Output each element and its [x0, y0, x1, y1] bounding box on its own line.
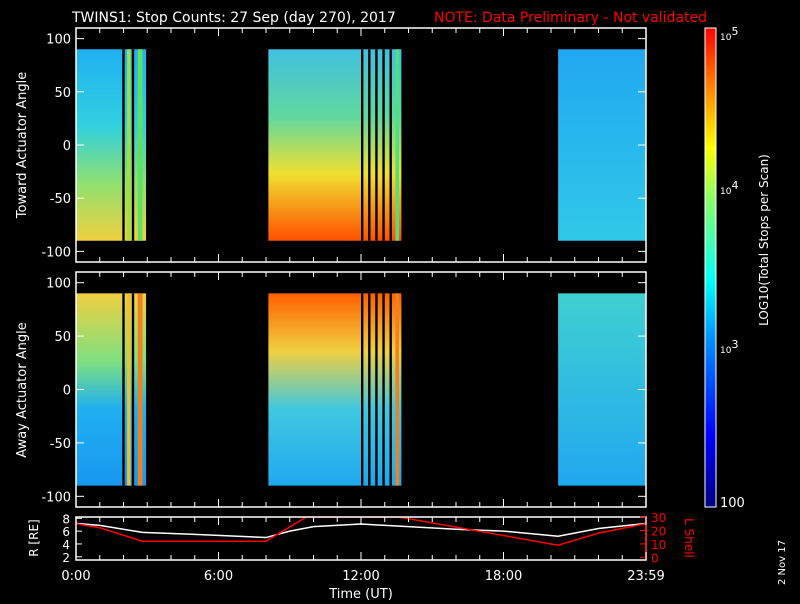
data-block [558, 293, 646, 486]
data-stripe [375, 293, 378, 486]
y-tick-label: 100 [46, 277, 71, 292]
y-tick-label: -100 [41, 245, 71, 260]
colorbar-tick-1e5: 105 [720, 25, 738, 43]
data-stripe [361, 49, 364, 241]
data-stripe [137, 49, 143, 241]
x-tick-label: 23:59 [627, 569, 664, 584]
data-stripe [137, 293, 143, 486]
away-ylabel: Away Actuator Angle [15, 322, 30, 457]
data-stripe [127, 293, 131, 486]
y-tick-label: 0 [63, 139, 71, 154]
away-panel: 100 50 0 -50 -100 [41, 271, 647, 508]
data-block [76, 49, 147, 241]
x-tick-label: 6:00 [204, 569, 233, 584]
plot-title: TWINS1: Stop Counts: 27 Sep (day 270), 2… [71, 10, 396, 26]
y-tick-label-right: 30 [651, 511, 666, 525]
data-stripe [382, 49, 385, 241]
x-tick-label: 12:00 [342, 569, 379, 584]
date-stamp: 2 Nov 17 [777, 540, 788, 585]
y-tick-label-right: 10 [651, 538, 666, 552]
data-stripe [122, 293, 125, 486]
preliminary-note: NOTE: Data Preliminary - Not validated [434, 10, 707, 26]
toward-ylabel: Toward Actuator Angle [15, 72, 30, 219]
x-tick-label: 0:00 [61, 569, 90, 584]
data-stripe [131, 293, 135, 486]
data-block [268, 49, 402, 241]
y-tick-label: 50 [54, 86, 71, 101]
r-ylabel: R [RE] [27, 519, 41, 556]
data-stripe [389, 293, 392, 486]
data-stripe [122, 49, 125, 241]
x-tick-label: 18:00 [485, 569, 522, 584]
data-block [268, 293, 402, 486]
plot-canvas: TWINS1: Stop Counts: 27 Sep (day 270), 2… [15, 10, 788, 602]
data-stripe [368, 293, 371, 486]
data-stripe [127, 49, 131, 241]
y-tick-label: 2 [62, 551, 70, 565]
data-stripe [368, 49, 371, 241]
data-stripe [375, 49, 378, 241]
colorbar-tick-100: 100 [720, 496, 745, 511]
data-stripe [131, 49, 135, 241]
y-tick-label-right: 20 [651, 524, 666, 538]
y-tick-label: 0 [63, 384, 71, 399]
y-tick-label: -100 [41, 490, 71, 505]
lshell-ylabel: L Shell [682, 518, 696, 558]
colorbar-label: LOG10(Total Stops per Scan) [757, 154, 771, 326]
colorbar: 105 104 103 100 LOG10(Total Stops per Sc… [704, 25, 771, 511]
data-stripe [361, 293, 364, 486]
data-block [76, 293, 147, 486]
data-stripe [395, 49, 399, 241]
data-stripe [395, 293, 399, 486]
y-tick-label: -50 [50, 437, 71, 452]
colorbar-tick-1e3: 103 [720, 338, 738, 356]
data-stripe [389, 49, 392, 241]
orbit-panel: 864230201000:00 6:00 12:00 18:00 23:59 [61, 511, 666, 584]
y-tick-label: 50 [54, 330, 71, 345]
time-xlabel: Time (UT) [328, 587, 393, 600]
y-tick-label: -50 [50, 192, 71, 207]
data-stripe [382, 293, 385, 486]
series-r [76, 522, 646, 539]
colorbar-gradient [704, 27, 717, 508]
y-tick-label: 100 [46, 33, 71, 48]
toward-panel: 100 50 0 -50 -100 [41, 27, 647, 263]
y-tick-label-right: 0 [651, 551, 659, 565]
data-block [558, 49, 646, 241]
colorbar-tick-1e4: 104 [720, 179, 738, 197]
